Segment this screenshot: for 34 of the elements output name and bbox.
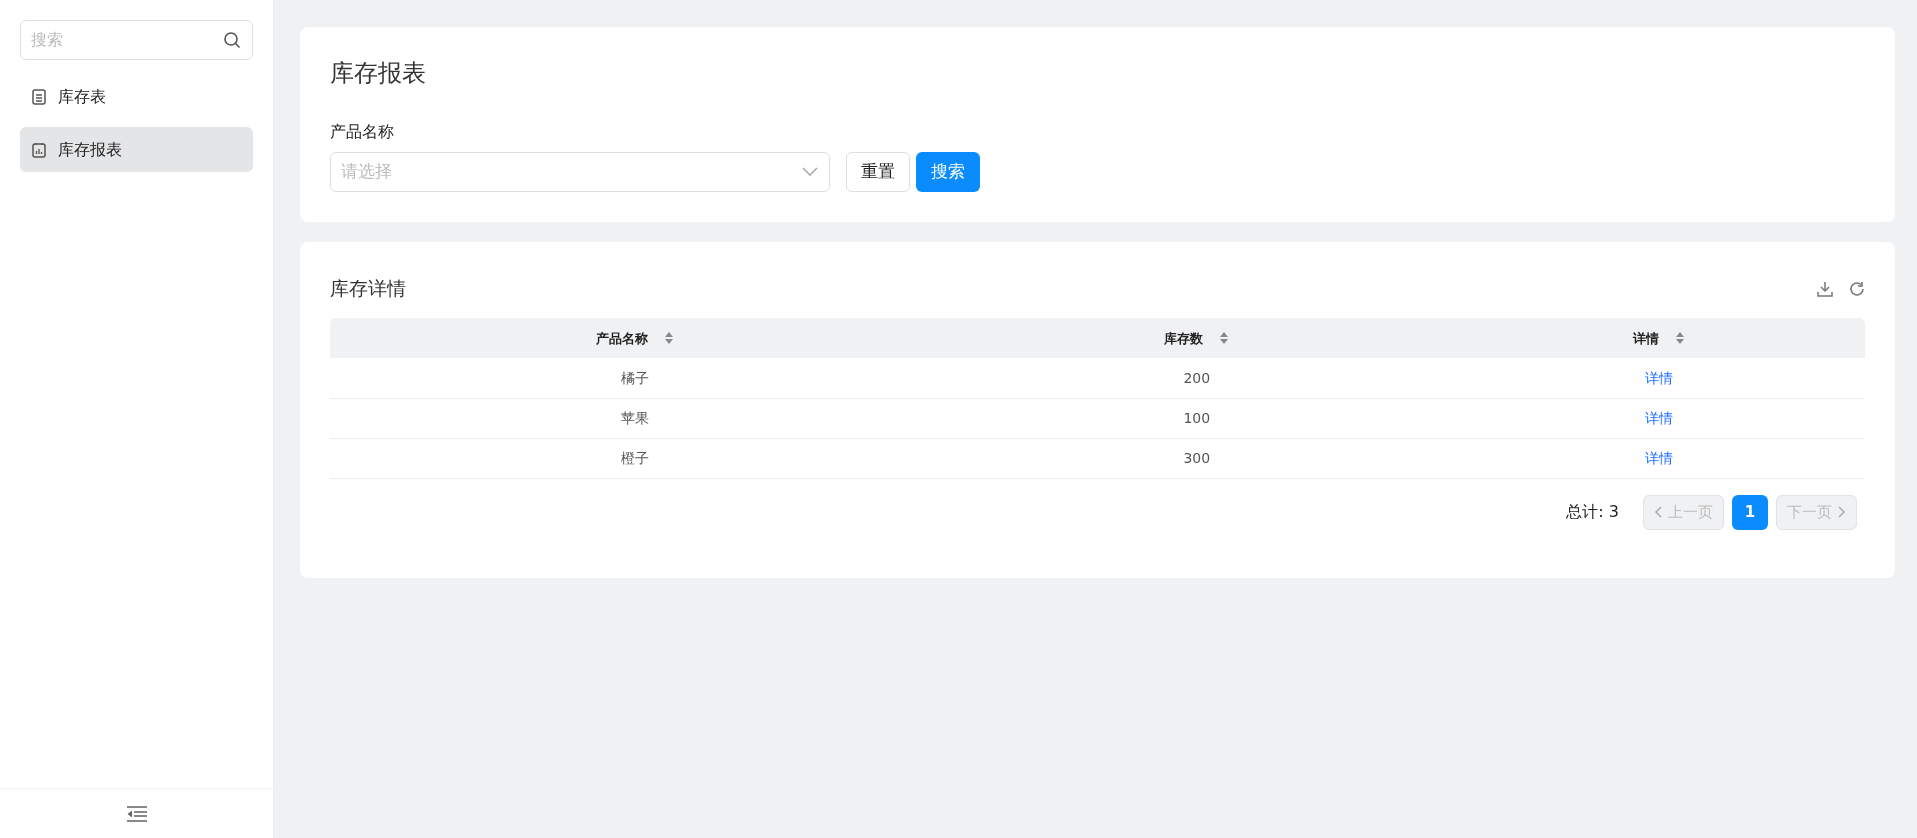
collapse-menu-icon bbox=[125, 804, 148, 823]
column-header[interactable]: 详情 bbox=[1632, 328, 1659, 349]
table-cell: 橘子 bbox=[621, 369, 650, 386]
page-title: 库存报表 bbox=[330, 59, 427, 88]
chevron-left-icon bbox=[1654, 506, 1662, 519]
search-button[interactable]: 搜索 bbox=[916, 151, 980, 192]
document-icon bbox=[32, 88, 46, 105]
chevron-down-icon bbox=[801, 165, 819, 178]
search-field[interactable]: 搜索 bbox=[20, 20, 253, 60]
reset-button[interactable]: 重置 bbox=[846, 151, 910, 192]
details-link[interactable]: 详情 bbox=[1644, 409, 1673, 426]
details-link[interactable]: 详情 bbox=[1644, 369, 1673, 386]
download-icon bbox=[1817, 280, 1833, 297]
nav-item[interactable]: 库存表 bbox=[20, 74, 253, 119]
details-link[interactable]: 详情 bbox=[1644, 449, 1673, 466]
sort-icon bbox=[664, 331, 675, 346]
table-cell: 苹果 bbox=[621, 409, 650, 426]
table-cell: 200 bbox=[1183, 369, 1211, 386]
page-number-button[interactable]: 1 bbox=[1732, 494, 1768, 530]
total-count: 总计: 3 bbox=[1566, 501, 1619, 524]
nav-item[interactable]: 库存报表 bbox=[20, 127, 253, 172]
sort-icon bbox=[1219, 331, 1230, 346]
column-header[interactable]: 库存数 bbox=[1164, 328, 1204, 349]
search-icon bbox=[223, 31, 241, 49]
table-cell: 300 bbox=[1183, 449, 1211, 466]
table-cell: 橙子 bbox=[621, 449, 650, 466]
column-header[interactable]: 产品名称 bbox=[596, 328, 649, 349]
chart-icon bbox=[32, 141, 46, 158]
sort-icon bbox=[1674, 331, 1685, 346]
refresh-icon bbox=[1849, 280, 1865, 297]
section-title: 库存详情 bbox=[330, 275, 407, 301]
table-cell: 100 bbox=[1183, 409, 1211, 426]
chevron-right-icon bbox=[1838, 506, 1846, 519]
field-label: 产品名称 bbox=[330, 120, 395, 143]
